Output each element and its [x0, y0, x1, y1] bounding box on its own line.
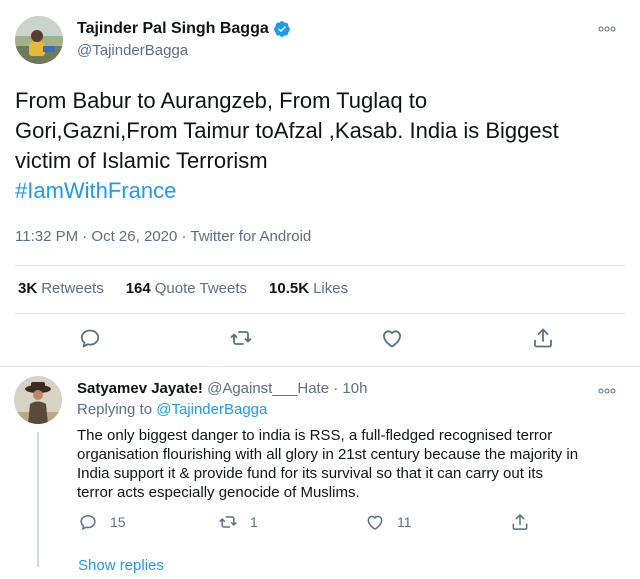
reply-retweet-button[interactable]: 1: [218, 512, 258, 532]
quotes-label: Quote Tweets: [154, 280, 248, 297]
tweet-text-line: Gori,Gazni,From Taimur toAfzal ,Kasab. I…: [15, 118, 559, 143]
retweets-label: Retweets: [41, 280, 104, 297]
hashtag-link[interactable]: #IamWithFrance: [15, 176, 625, 206]
reply-reply-button[interactable]: 15: [78, 512, 126, 532]
likes-count: 10.5K: [269, 280, 310, 297]
verified-badge-icon: [273, 21, 290, 37]
tweet-text: From Babur to Aurangzeb, From Tuglaq to …: [15, 86, 625, 206]
like-icon: [367, 515, 383, 530]
reply-header: Satyamev Jayate! @Against___Hate · 10h: [77, 380, 367, 397]
reply-time[interactable]: 10h: [342, 380, 367, 397]
quotes-count: 164: [125, 280, 151, 297]
tweet-stats: 3K Retweets 164 Quote Tweets 10.5K Likes: [18, 280, 370, 297]
more-icon[interactable]: [597, 22, 617, 36]
retweets-count: 3K: [18, 280, 38, 297]
author-handle[interactable]: @TajinderBagga: [77, 42, 188, 59]
reply-text-line: terror acts especially genocide of Musli…: [77, 484, 360, 501]
reply-text: The only biggest danger to india is RSS,…: [77, 426, 622, 502]
reply-actions: 15 1 11: [0, 512, 640, 536]
reply-text-line: The only biggest danger to india is RSS,…: [77, 427, 553, 444]
reply-count: 15: [110, 514, 126, 530]
retweets-stat[interactable]: 3K Retweets: [18, 280, 104, 297]
tweet-text-line: From Babur to Aurangzeb, From Tuglaq to: [15, 88, 428, 113]
retweet-icon: [219, 516, 237, 528]
tweet-page: Tajinder Pal Singh Bagga @TajinderBagga …: [0, 0, 640, 579]
tweet-actions: [0, 326, 640, 356]
reply-icon: [80, 515, 96, 530]
thread-line: [37, 432, 39, 567]
reply-text-line: India support it & provide fund for its …: [77, 465, 544, 482]
reply-author-name[interactable]: Satyamev Jayate!: [77, 380, 203, 397]
tweet-meta[interactable]: 11:32 PM · Oct 26, 2020 · Twitter for An…: [15, 228, 311, 245]
retweet-icon[interactable]: [229, 326, 253, 350]
reply-text-line: organisation flourishing with all glory …: [77, 446, 579, 463]
reply-separator: ·: [329, 380, 343, 397]
show-replies-link[interactable]: Show replies: [78, 557, 164, 574]
author-name[interactable]: Tajinder Pal Singh Bagga: [77, 20, 291, 38]
quote-tweets-stat[interactable]: 164 Quote Tweets: [126, 280, 247, 297]
share-icon: [512, 514, 528, 530]
tweet-text-line: victim of Islamic Terrorism: [15, 148, 268, 173]
replying-to: Replying to @TajinderBagga: [77, 401, 267, 418]
like-count: 11: [397, 514, 412, 530]
divider: [15, 313, 625, 314]
section-divider: [0, 366, 640, 367]
reply-icon[interactable]: [78, 326, 102, 350]
likes-stat[interactable]: 10.5K Likes: [269, 280, 348, 297]
replying-mention[interactable]: @TajinderBagga: [156, 401, 267, 418]
reply-more-icon[interactable]: [597, 384, 617, 398]
reply-avatar[interactable]: [14, 376, 62, 424]
replying-prefix: Replying to: [77, 401, 157, 418]
reply-share-button[interactable]: [510, 512, 542, 532]
reply-like-button[interactable]: 11: [365, 512, 412, 532]
author-name-text: Tajinder Pal Singh Bagga: [77, 20, 269, 37]
avatar[interactable]: [15, 16, 63, 64]
main-tweet: Tajinder Pal Singh Bagga @TajinderBagga …: [0, 0, 640, 367]
share-icon[interactable]: [531, 326, 555, 350]
divider: [15, 265, 625, 266]
reply-author-handle[interactable]: @Against___Hate: [207, 380, 329, 397]
retweet-count: 1: [250, 514, 258, 530]
like-icon[interactable]: [380, 326, 404, 350]
likes-label: Likes: [313, 280, 349, 297]
